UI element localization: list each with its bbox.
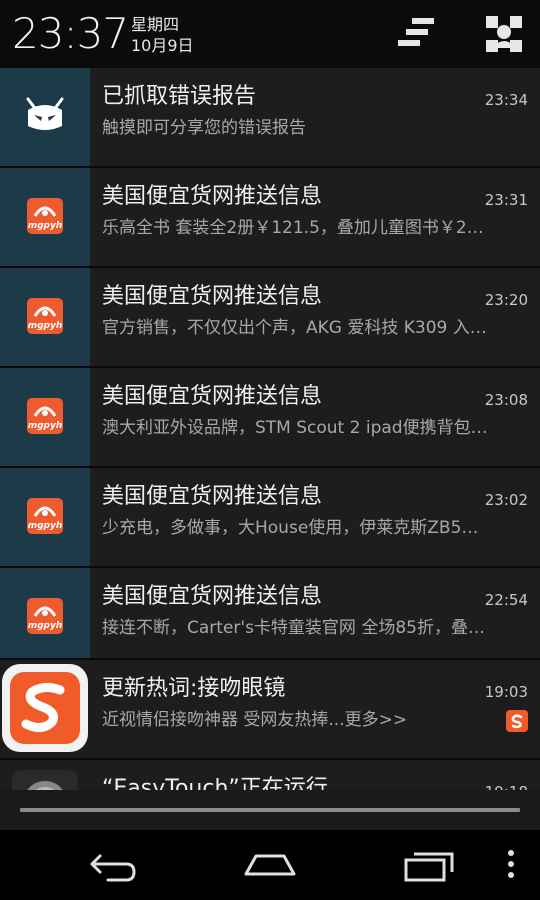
quick-settings-icon[interactable] [484,14,524,54]
mgpyh-logo-icon: mgpyh [27,298,63,334]
mgpyh-logo-icon: mgpyh [27,198,63,234]
notification-icon-area: mgpyh [0,568,90,666]
notification-sogou[interactable]: 更新热词:接吻眼镜 19:03 近视情侣接吻神器 受网友热捧...更多>> [0,660,540,758]
notification-icon-area: mgpyh [0,368,90,466]
notification-title: 美国便宜货网推送信息 [102,384,323,409]
notification-title: 美国便宜货网推送信息 [102,184,323,209]
notification-text: 乐高全书 套装全2册￥121.5，叠加儿童图书￥2… [102,218,484,238]
notification-time: 23:31 [484,191,528,209]
notification-text: 官方销售，不仅仅出个声，AKG 爱科技 K309 入… [102,318,487,338]
notification-icon-area [0,760,90,790]
recent-apps-icon[interactable] [400,842,460,888]
notification-time: 19:03 [484,683,528,701]
notification-time: 19:18 [485,782,528,790]
mgpyh-logo-icon: mgpyh [27,598,63,634]
navigation-bar [0,830,540,900]
shade-drag-handle[interactable] [0,790,540,830]
handle-bar[interactable] [20,808,520,812]
notification-title: 美国便宜货网推送信息 [102,284,323,309]
notification-text: 触摸即可分享您的错误报告 [102,118,306,138]
home-icon[interactable] [240,842,300,888]
notification-mgpyh[interactable]: mgpyh 美国便宜货网推送信息 23:08 澳大利亚外设品牌，STM Scou… [0,368,540,466]
notification-mgpyh[interactable]: mgpyh 美国便宜货网推送信息 23:02 少充电，多做事，大House使用，… [0,468,540,566]
clock: 23:37 [12,9,129,58]
notification-easytouch[interactable]: “EasyTouch”正在运行 19:18 [0,760,540,790]
notification-icon-area: mgpyh [0,468,90,566]
back-icon[interactable] [82,842,142,888]
notification-text: 近视情侣接吻神器 受网友热捧...更多>> [102,710,408,730]
notification-time: 23:34 [484,91,528,109]
notification-text: 少充电，多做事，大House使用，伊莱克斯ZB5… [102,518,479,538]
date: 10月9日 [131,36,194,55]
mgpyh-logo-icon: mgpyh [27,398,63,434]
notification-icon-area: mgpyh [0,268,90,366]
notification-list[interactable]: 已抓取错误报告 23:34 触摸即可分享您的错误报告 mgpyh 美国便宜货网推… [0,68,540,790]
notification-text: 澳大利亚外设品牌，STM Scout 2 ipad便携背包… [102,418,488,438]
sogou-small-icon [506,710,528,732]
notification-title: 美国便宜货网推送信息 [102,484,323,509]
weekday: 星期四 [131,15,180,34]
notification-icon-area: mgpyh [0,168,90,266]
notification-icon-area [0,68,90,166]
menu-overflow-icon[interactable] [496,842,526,888]
notification-icon-area [0,660,90,758]
notification-mgpyh[interactable]: mgpyh 美国便宜货网推送信息 23:20 官方销售，不仅仅出个声，AKG 爱… [0,268,540,366]
easytouch-icon [12,770,78,790]
notification-time: 23:08 [484,391,528,409]
notification-title: 美国便宜货网推送信息 [102,584,323,609]
mgpyh-logo-icon: mgpyh [27,498,63,534]
notification-title: 已抓取错误报告 [102,84,257,109]
notification-time: 23:20 [484,291,528,309]
clear-all-icon[interactable] [396,14,436,54]
notification-mgpyh[interactable]: mgpyh 美国便宜货网推送信息 22:54 接连不断，Carter's卡特童装… [0,568,540,666]
notification-header: 23:37 星期四 10月9日 [0,0,540,68]
notification-time: 23:02 [484,491,528,509]
notification-title: “EasyTouch”正在运行 [102,776,328,790]
notification-text: 接连不断，Carter's卡特童装官网 全场85折，叠… [102,618,485,638]
notification-bugreport[interactable]: 已抓取错误报告 23:34 触摸即可分享您的错误报告 [0,68,540,166]
date-block: 星期四 10月9日 [131,14,194,56]
bug-android-icon [26,97,64,130]
notification-title: 更新热词:接吻眼镜 [102,676,286,701]
notification-time: 22:54 [484,591,528,609]
sogou-app-icon [2,664,88,752]
notification-mgpyh[interactable]: mgpyh 美国便宜货网推送信息 23:31 乐高全书 套装全2册￥121.5，… [0,168,540,266]
